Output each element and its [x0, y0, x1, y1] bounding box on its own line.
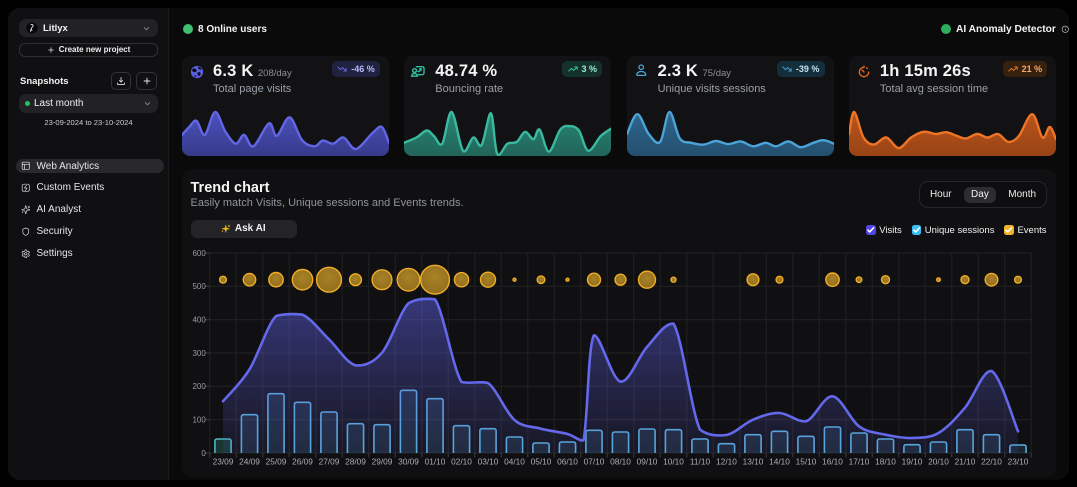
svg-text:200: 200 [192, 382, 206, 391]
svg-text:04/10: 04/10 [504, 457, 525, 467]
svg-text:28/09: 28/09 [345, 457, 366, 467]
svg-text:19/10: 19/10 [902, 457, 923, 467]
svg-text:07/10: 07/10 [584, 457, 605, 467]
svg-text:14/10: 14/10 [769, 457, 790, 467]
svg-text:02/10: 02/10 [451, 457, 472, 467]
svg-text:30/09: 30/09 [398, 457, 419, 467]
svg-text:15/10: 15/10 [796, 457, 817, 467]
svg-text:13/10: 13/10 [743, 457, 764, 467]
svg-text:26/09: 26/09 [292, 457, 313, 467]
svg-text:500: 500 [192, 282, 206, 291]
svg-text:400: 400 [192, 316, 206, 325]
svg-text:08/10: 08/10 [610, 457, 631, 467]
svg-text:17/10: 17/10 [849, 457, 870, 467]
svg-text:20/10: 20/10 [928, 457, 949, 467]
svg-text:600: 600 [192, 249, 206, 258]
svg-text:23/09: 23/09 [213, 457, 234, 467]
svg-text:100: 100 [192, 416, 206, 425]
svg-text:24/09: 24/09 [239, 457, 260, 467]
svg-text:11/10: 11/10 [690, 457, 711, 467]
svg-text:300: 300 [192, 349, 206, 358]
svg-text:12/10: 12/10 [716, 457, 737, 467]
svg-text:05/10: 05/10 [531, 457, 552, 467]
svg-text:10/10: 10/10 [663, 457, 684, 467]
svg-text:27/09: 27/09 [319, 457, 340, 467]
svg-text:22/10: 22/10 [981, 457, 1002, 467]
svg-text:23/10: 23/10 [1008, 457, 1029, 467]
svg-text:0: 0 [201, 449, 206, 458]
svg-text:16/10: 16/10 [822, 457, 843, 467]
svg-text:18/10: 18/10 [875, 457, 896, 467]
svg-text:01/10: 01/10 [425, 457, 446, 467]
svg-text:03/10: 03/10 [478, 457, 499, 467]
svg-text:29/09: 29/09 [372, 457, 393, 467]
svg-text:25/09: 25/09 [266, 457, 287, 467]
svg-text:21/10: 21/10 [955, 457, 976, 467]
svg-text:09/10: 09/10 [637, 457, 658, 467]
svg-text:06/10: 06/10 [557, 457, 578, 467]
